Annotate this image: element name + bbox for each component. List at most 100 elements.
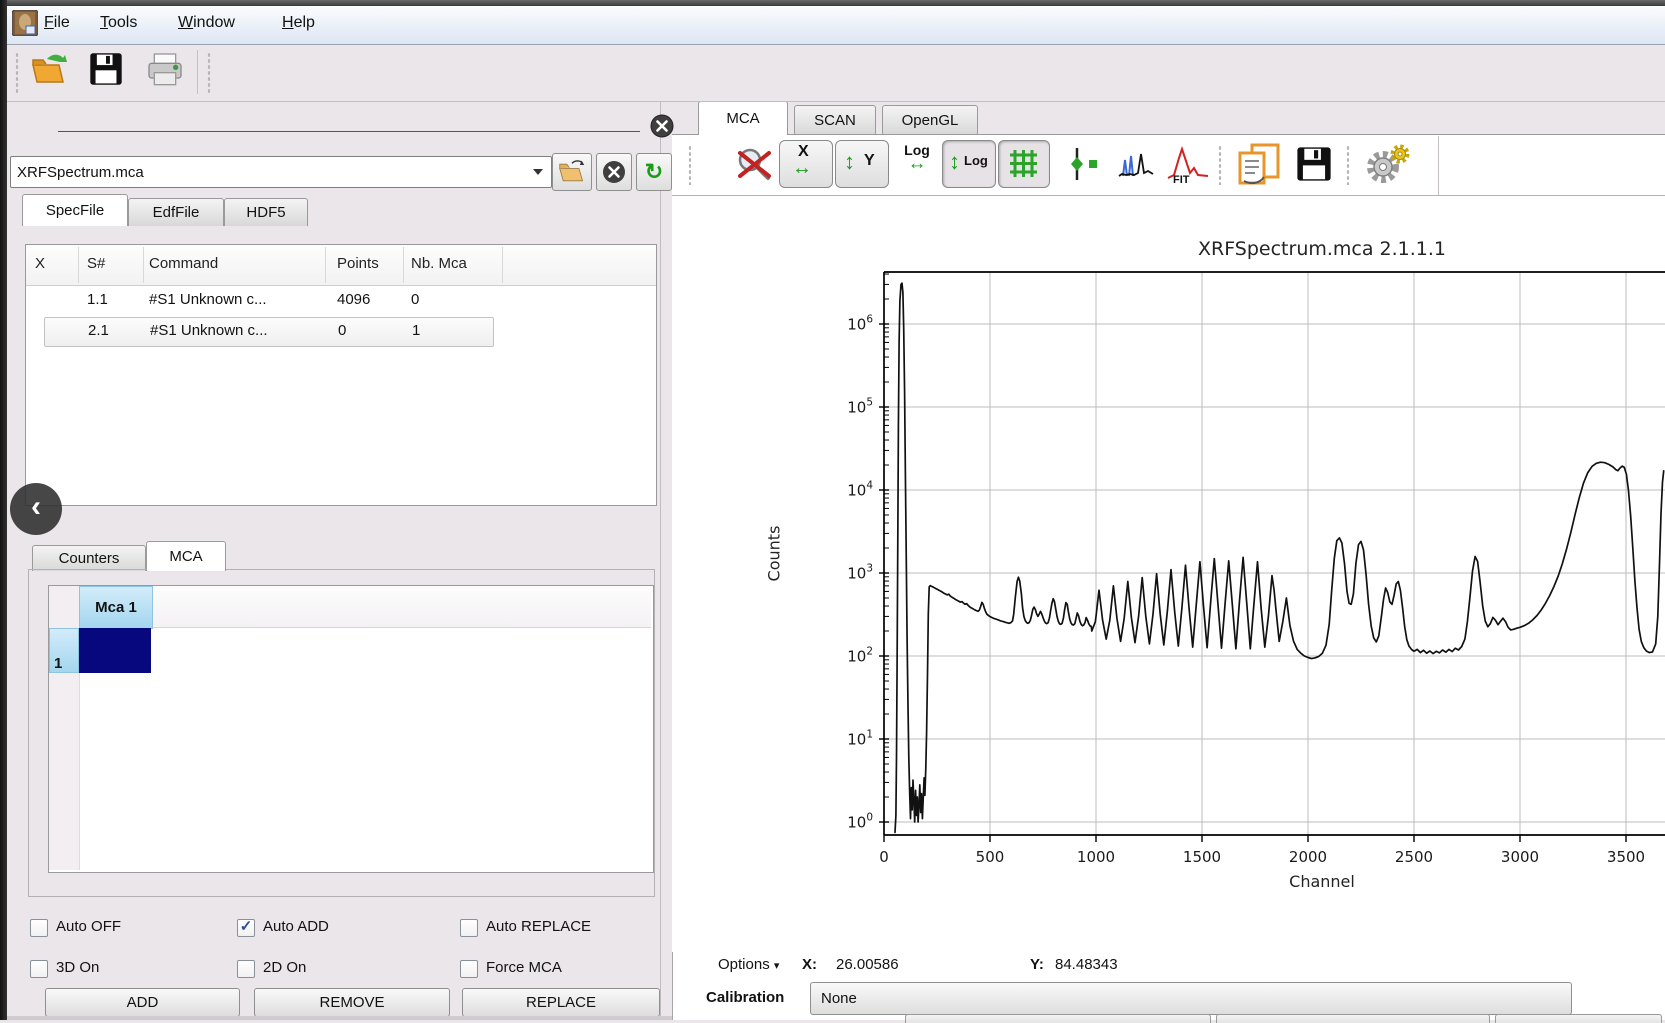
mca-row-header-1[interactable]: 1 bbox=[49, 628, 79, 673]
scan-row-2-selected[interactable]: 2.1 #S1 Unknown c... 0 1 bbox=[44, 317, 494, 347]
tab-specfile[interactable]: SpecFile bbox=[22, 194, 128, 226]
x-log-arrow-icon: ↔ bbox=[895, 153, 939, 175]
svg-text:100: 100 bbox=[847, 812, 873, 832]
checkbox-label: Force MCA bbox=[486, 959, 562, 976]
svg-text:2000: 2000 bbox=[1289, 848, 1327, 866]
chevron-left-icon: ‹ bbox=[31, 490, 41, 524]
plot-toolbar-handle[interactable] bbox=[688, 145, 692, 185]
plot-toolbar-separator bbox=[1346, 145, 1350, 185]
grid-toggle-button[interactable] bbox=[998, 140, 1050, 188]
tab-counters[interactable]: Counters bbox=[32, 545, 146, 571]
y-arrows-icon: ↕ bbox=[844, 149, 855, 175]
window-bottom-edge bbox=[0, 1016, 672, 1020]
checkbox-label: Auto OFF bbox=[56, 918, 121, 935]
y-log-button[interactable]: ↕ Log bbox=[942, 140, 996, 188]
plugins-gears-icon[interactable] bbox=[1364, 141, 1412, 194]
x-axis-label: Channel bbox=[952, 872, 1665, 891]
source-file-combo[interactable]: XRFSpectrum.mca bbox=[10, 156, 552, 188]
x-autoscale-button[interactable]: X ↔ bbox=[779, 140, 833, 188]
replace-button[interactable]: REPLACE bbox=[462, 988, 660, 1017]
options-dropdown-icon: ▾ bbox=[774, 960, 780, 972]
marker-tool-icon[interactable] bbox=[1064, 145, 1102, 188]
save-icon[interactable] bbox=[89, 52, 129, 92]
cursor-x-value: 26.00586 bbox=[836, 956, 899, 973]
scan-table: X S# Command Points Nb. Mca 1.1 #S1 Unkn… bbox=[25, 244, 657, 506]
dock-title-line bbox=[58, 131, 640, 132]
menu-file[interactable]: File bbox=[44, 14, 70, 32]
menu-tools[interactable]: Tools bbox=[100, 14, 137, 32]
svg-text:102: 102 bbox=[847, 646, 873, 666]
svg-text:1000: 1000 bbox=[1077, 848, 1115, 866]
print-icon[interactable] bbox=[145, 52, 185, 92]
zoom-reset-icon[interactable] bbox=[735, 145, 775, 190]
open-source-button[interactable] bbox=[552, 153, 592, 191]
col-s[interactable]: S# bbox=[87, 255, 105, 272]
options-menu[interactable]: Options ▾ bbox=[718, 956, 779, 973]
remove-button[interactable]: REMOVE bbox=[254, 988, 450, 1017]
panel-splitter[interactable] bbox=[660, 101, 661, 1020]
svg-text:106: 106 bbox=[847, 314, 873, 334]
toolbar-drag-handle[interactable] bbox=[207, 52, 211, 94]
scan-table-header[interactable]: X S# Command Points Nb. Mca bbox=[26, 245, 656, 286]
add-button[interactable]: ADD bbox=[45, 988, 240, 1017]
y-autoscale-button[interactable]: ↕ Y bbox=[835, 140, 889, 188]
svg-text:3500: 3500 bbox=[1607, 848, 1645, 866]
toolbar-drag-handle[interactable] bbox=[15, 52, 19, 94]
mca-column-header[interactable]: Mca 1 bbox=[79, 586, 153, 629]
combo-dropdown-icon bbox=[533, 169, 543, 175]
cut-button[interactable] bbox=[1216, 1014, 1490, 1023]
scan-row-1[interactable]: 1.1 #S1 Unknown c... 4096 0 bbox=[26, 287, 654, 315]
tab-counters-label: Counters bbox=[59, 550, 120, 567]
window-left-edge bbox=[0, 0, 7, 1020]
menu-window[interactable]: Window bbox=[178, 14, 235, 32]
peak-search-icon[interactable] bbox=[1118, 148, 1154, 185]
mca-selected-cell[interactable] bbox=[79, 628, 151, 673]
cut-button[interactable] bbox=[905, 1014, 1211, 1023]
fit-label: FIT bbox=[1173, 174, 1190, 186]
calibration-label: Calibration bbox=[706, 989, 784, 1006]
svg-text:500: 500 bbox=[976, 848, 1005, 866]
save-plot-icon[interactable] bbox=[1296, 146, 1332, 187]
checkbox-label: 3D On bbox=[56, 959, 99, 976]
tab-scan-plot-label: SCAN bbox=[814, 112, 856, 129]
svg-text:1500: 1500 bbox=[1183, 848, 1221, 866]
x-log-button[interactable]: Log ↔ bbox=[895, 142, 939, 186]
cursor-x-label: X: bbox=[802, 956, 817, 973]
checkbox-3d-on[interactable] bbox=[30, 960, 48, 978]
plot-toolbar-separator bbox=[1218, 145, 1222, 185]
calibration-combo[interactable]: None bbox=[810, 982, 1572, 1015]
mca-header-strip bbox=[80, 586, 651, 628]
col-command[interactable]: Command bbox=[149, 255, 218, 272]
tab-opengl-plot[interactable]: OpenGL bbox=[882, 105, 978, 135]
tab-mca-left[interactable]: MCA bbox=[146, 541, 226, 571]
tab-mca-plot[interactable]: MCA bbox=[698, 101, 788, 135]
tab-scan-plot[interactable]: SCAN bbox=[794, 105, 876, 135]
fit-icon[interactable]: FIT bbox=[1166, 144, 1210, 191]
svg-text:105: 105 bbox=[847, 397, 873, 417]
tab-hdf5-label: HDF5 bbox=[246, 204, 285, 221]
col-points[interactable]: Points bbox=[337, 255, 379, 272]
y-log-arrow-icon: ↕ bbox=[949, 149, 960, 175]
tab-hdf5[interactable]: HDF5 bbox=[224, 198, 308, 226]
spectrum-plot[interactable]: XRFSpectrum.mca 2.1.1.1 1001011021031041… bbox=[672, 196, 1665, 952]
checkbox-auto-off[interactable] bbox=[30, 919, 48, 937]
menu-help[interactable]: Help bbox=[282, 14, 315, 32]
plot-canvas[interactable]: 1001011021031041051060500100015002000250… bbox=[672, 196, 1665, 931]
checkbox-force-mca[interactable] bbox=[460, 960, 478, 978]
col-x[interactable]: X bbox=[35, 255, 45, 272]
checkbox-auto-replace[interactable] bbox=[460, 919, 478, 937]
cut-button[interactable] bbox=[1495, 1014, 1662, 1023]
col-nbmca[interactable]: Nb. Mca bbox=[411, 255, 467, 272]
checkbox-2d-on[interactable] bbox=[237, 960, 255, 978]
open-file-icon[interactable] bbox=[29, 52, 69, 92]
source-file-value: XRFSpectrum.mca bbox=[17, 164, 144, 181]
copy-print-icon[interactable] bbox=[1236, 143, 1282, 192]
svg-text:101: 101 bbox=[847, 729, 873, 749]
cursor-y-label: Y: bbox=[1030, 956, 1044, 973]
refresh-source-button[interactable]: ↻ bbox=[636, 153, 672, 191]
checkbox-auto-add[interactable]: ✓ bbox=[237, 919, 255, 937]
sidebar-collapse-button[interactable]: ‹ bbox=[10, 483, 62, 535]
close-source-button[interactable] bbox=[596, 153, 632, 191]
tab-edffile[interactable]: EdfFile bbox=[128, 198, 224, 226]
dock-close-icon[interactable] bbox=[650, 114, 674, 138]
